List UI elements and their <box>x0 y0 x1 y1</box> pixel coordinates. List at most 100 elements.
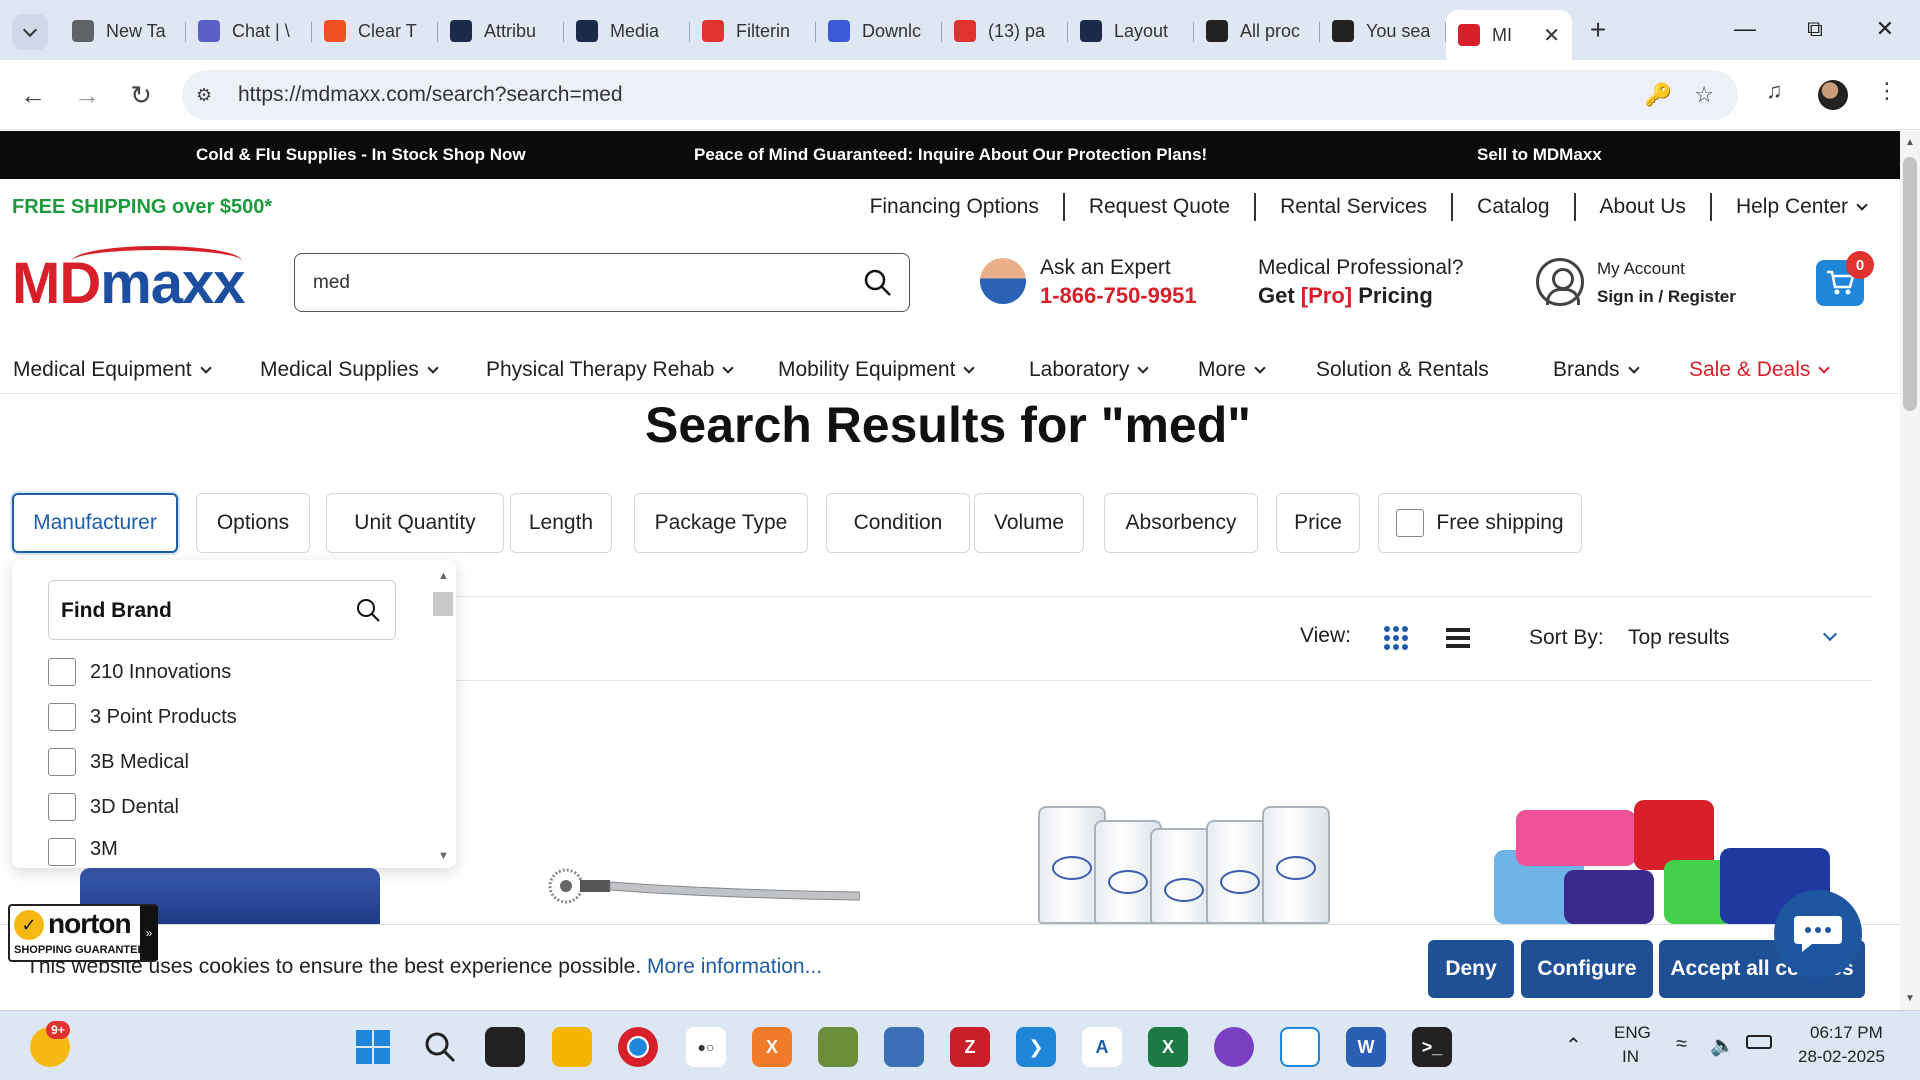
catalog-link[interactable]: Catalog <box>1453 193 1576 221</box>
browser-tab[interactable]: Layout <box>1068 10 1194 52</box>
more-information-link[interactable]: More information... <box>647 955 822 978</box>
scroll-down-icon[interactable]: ▼ <box>438 850 449 862</box>
chevron-up-icon[interactable]: ⌃ <box>1565 1033 1582 1058</box>
grid-view-icon[interactable] <box>1384 626 1408 650</box>
scrollbar-thumb[interactable] <box>1903 157 1917 411</box>
nav-brands[interactable]: Brands <box>1553 358 1640 382</box>
filter-options[interactable]: Options <box>196 493 310 553</box>
chevron-down-icon[interactable] <box>1815 626 1838 648</box>
clock-date[interactable]: 28-02-2025 <box>1798 1047 1885 1067</box>
notepad-icon[interactable] <box>818 1027 858 1067</box>
region-label[interactable]: IN <box>1622 1047 1639 1067</box>
configure-button[interactable]: Configure <box>1521 940 1653 998</box>
menu-kebab-icon[interactable]: ⋮ <box>1876 78 1898 104</box>
site-info-icon[interactable]: ⚙ <box>196 85 226 106</box>
browser-tab[interactable]: All proc <box>1194 10 1320 52</box>
browser-tab[interactable]: Downlc <box>816 10 942 52</box>
windows-start-icon[interactable] <box>353 1027 393 1067</box>
tab-search-button[interactable] <box>12 14 48 50</box>
brand-option[interactable]: 3D Dental <box>48 793 179 821</box>
browser-tab[interactable]: Media <box>564 10 690 52</box>
nav-mobility-equipment[interactable]: Mobility Equipment <box>778 358 976 382</box>
url-text[interactable]: https://mdmaxx.com/search?search=med <box>238 83 623 107</box>
scrollbar-thumb[interactable] <box>433 592 453 616</box>
browser-tab[interactable]: Attribu <box>438 10 564 52</box>
financing-options-link[interactable]: Financing Options <box>846 193 1065 221</box>
terminal-icon[interactable]: >_ <box>1412 1027 1452 1067</box>
product-image-pinwheel[interactable] <box>540 866 860 906</box>
filter-unit-quantity[interactable]: Unit Quantity <box>326 493 504 553</box>
search-icon[interactable] <box>420 1027 460 1067</box>
norton-badge[interactable]: ✓ norton SHOPPING GUARANTEE » <box>8 904 158 962</box>
browser-tab[interactable]: (13) pa <box>942 10 1068 52</box>
filter-free-shipping[interactable]: Free shipping <box>1378 493 1582 553</box>
minimize-icon[interactable]: — <box>1710 0 1780 58</box>
request-quote-link[interactable]: Request Quote <box>1065 193 1257 221</box>
filter-absorbency[interactable]: Absorbency <box>1104 493 1258 553</box>
battery-icon[interactable] <box>1746 1035 1772 1049</box>
vscode-icon[interactable]: ❯ <box>1016 1027 1056 1067</box>
chat-widget-button[interactable] <box>1774 890 1862 978</box>
filter-length[interactable]: Length <box>510 493 612 553</box>
user-account-icon[interactable] <box>1536 258 1584 306</box>
mdmaxx-logo[interactable]: MDmaxx <box>12 246 246 314</box>
my-account-label[interactable]: My Account <box>1597 259 1685 279</box>
purple-app-icon[interactable] <box>1214 1027 1254 1067</box>
restore-icon[interactable]: ⧉ <box>1780 0 1850 58</box>
a-app-icon[interactable]: A <box>1082 1027 1122 1067</box>
nav-more[interactable]: More <box>1198 358 1266 382</box>
nav-medical-equipment[interactable]: Medical Equipment <box>13 358 212 382</box>
wifi-icon[interactable]: ≈ <box>1676 1033 1687 1056</box>
close-window-icon[interactable]: ✕ <box>1850 0 1920 58</box>
bookmark-star-icon[interactable]: ☆ <box>1694 82 1714 108</box>
promo-cold-flu-link[interactable]: Cold & Flu Supplies - In Stock Shop Now <box>196 145 526 165</box>
media-control-icon[interactable]: ♫ <box>1766 78 1783 104</box>
reload-icon[interactable]: ↻ <box>124 78 158 112</box>
sign-in-register-link[interactable]: Sign in / Register <box>1597 287 1736 307</box>
language-label[interactable]: ENG <box>1614 1023 1651 1043</box>
window-app-icon[interactable] <box>1280 1027 1320 1067</box>
nav-physical-therapy-rehab[interactable]: Physical Therapy Rehab <box>486 358 735 382</box>
filter-package-type[interactable]: Package Type <box>634 493 808 553</box>
pro-pricing-link[interactable]: Get [Pro] Pricing <box>1258 283 1433 309</box>
list-view-icon[interactable] <box>1446 628 1470 648</box>
nav-medical-supplies[interactable]: Medical Supplies <box>260 358 439 382</box>
find-brand-input[interactable]: Find Brand <box>48 580 396 640</box>
promo-sell-link[interactable]: Sell to MDMaxx <box>1477 145 1602 165</box>
xampp-icon[interactable]: X <box>752 1027 792 1067</box>
browser-tab[interactable]: Chat | \ <box>186 10 312 52</box>
filter-condition[interactable]: Condition <box>826 493 970 553</box>
browser-tab[interactable]: MI ✕ <box>1446 10 1572 60</box>
volume-icon[interactable]: 🔈 <box>1710 1033 1735 1058</box>
dropdown-scrollbar[interactable]: ▲ ▼ <box>432 560 456 868</box>
about-us-link[interactable]: About Us <box>1576 193 1712 221</box>
expert-phone-link[interactable]: 1-866-750-9951 <box>1040 283 1197 309</box>
new-tab-button[interactable]: + <box>1578 10 1618 50</box>
search-icon[interactable] <box>355 597 381 628</box>
word-icon[interactable]: W <box>1346 1027 1386 1067</box>
app-icon[interactable]: ●○ <box>686 1027 726 1067</box>
filter-price[interactable]: Price <box>1276 493 1360 553</box>
task-view-icon[interactable] <box>485 1027 525 1067</box>
norton-expand-icon[interactable]: » <box>140 906 158 960</box>
page-scrollbar[interactable]: ▲ ▼ <box>1900 131 1920 1010</box>
nav-sale-deals[interactable]: Sale & Deals <box>1689 358 1831 382</box>
product-image-jars[interactable] <box>1036 800 1332 924</box>
close-tab-icon[interactable]: ✕ <box>1543 23 1560 48</box>
brand-option[interactable]: 3M <box>48 838 118 868</box>
brand-checkbox[interactable] <box>48 748 76 776</box>
password-key-icon[interactable]: 🔑 <box>1645 82 1672 108</box>
help-center-link[interactable]: Help Center <box>1712 193 1890 221</box>
brand-checkbox[interactable] <box>48 838 76 866</box>
rental-services-link[interactable]: Rental Services <box>1256 193 1454 221</box>
brand-option[interactable]: 3B Medical <box>48 748 189 776</box>
free-shipping-checkbox[interactable] <box>1396 509 1425 537</box>
forward-arrow-icon[interactable]: → <box>70 78 104 112</box>
omnibox[interactable]: ⚙ https://mdmaxx.com/search?search=med 🔑… <box>182 70 1738 120</box>
search-value[interactable]: med <box>313 272 350 294</box>
brand-checkbox[interactable] <box>48 793 76 821</box>
network-app-icon[interactable] <box>884 1027 924 1067</box>
sort-select[interactable]: Top results <box>1628 626 1730 650</box>
scroll-up-icon[interactable]: ▲ <box>438 570 449 582</box>
browser-tab[interactable]: You sea <box>1320 10 1446 52</box>
